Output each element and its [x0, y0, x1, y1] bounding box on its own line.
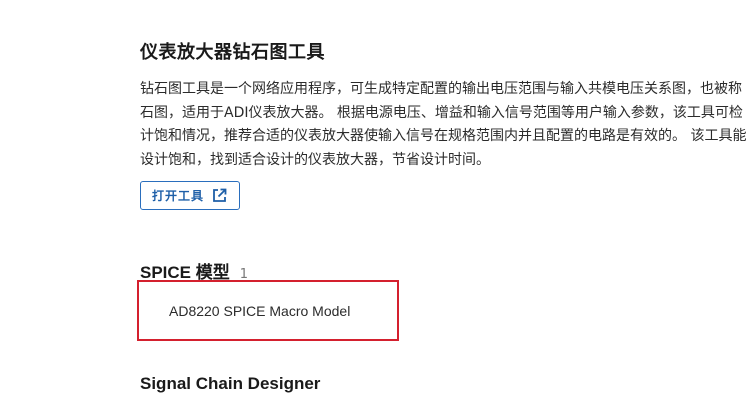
description-line: 钻石图工具是一个网络应用程序，可生成特定配置的输出电压范围与输入共模电压关系图，…: [140, 81, 742, 97]
description-line: 石图，适用于ADI仪表放大器。 根据电源电压、增益和输入信号范围等用户输入参数，…: [140, 104, 743, 121]
open-tool-label: 打开工具: [151, 189, 204, 203]
spice-model-card[interactable]: AD8220 SPICE Macro Model: [137, 280, 399, 341]
section-title: 仪表放大器钻石图工具: [140, 42, 325, 63]
description-line: 计饱和情况，推荐合适的仪表放大器使输入信号在规格范围内并且配置的电路是有效的。 …: [140, 128, 747, 144]
spice-model-link[interactable]: AD8220 SPICE Macro Model: [169, 303, 350, 319]
content-area: 仪表放大器钻石图工具 钻石图工具是一个网络应用程序，可生成特定配置的输出电压范围…: [137, 0, 750, 407]
signal-chain-title: Signal Chain Designer: [140, 374, 321, 393]
external-link-icon: [211, 187, 228, 204]
open-tool-button[interactable]: 打开工具: [140, 181, 240, 210]
section-description: 钻石图工具是一个网络应用程序，可生成特定配置的输出电压范围与输入共模电压关系图，…: [140, 78, 750, 172]
description-line: 设计饱和，找到适合设计的仪表放大器，节省设计时间。: [140, 151, 490, 168]
